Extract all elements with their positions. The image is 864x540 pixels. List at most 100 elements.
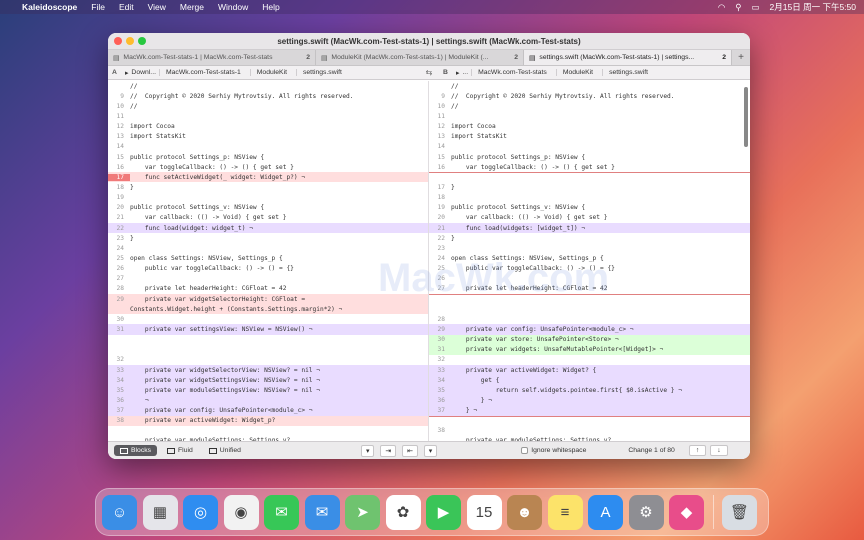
code-line[interactable]: 12 import Cocoa — [429, 122, 750, 132]
code-line[interactable]: 10 // — [429, 101, 750, 111]
code-line[interactable]: 26 — [429, 274, 750, 284]
code-line[interactable]: 30 private var store: UnsafePointer<Stor… — [429, 334, 750, 345]
notes-icon[interactable]: ≡ — [547, 494, 583, 530]
code-line[interactable]: 28 private let headerHeight: CGFloat = 4… — [108, 284, 428, 294]
code-line[interactable]: 34 get { — [429, 375, 750, 386]
contacts-icon[interactable]: ☻ — [507, 494, 542, 530]
calendar-icon[interactable]: 15 — [466, 494, 502, 530]
maps-icon[interactable]: ➤ — [345, 494, 380, 530]
code-line[interactable]: 12 import Cocoa — [108, 122, 428, 132]
breadcrumb-item[interactable]: Downl... — [131, 69, 156, 76]
swap-sides-icon[interactable]: ⇆ — [419, 66, 439, 79]
menu-view[interactable]: View — [148, 2, 166, 12]
code-line[interactable]: 17} — [429, 182, 750, 192]
code-line[interactable]: // — [108, 81, 428, 91]
code-line[interactable]: 17 func setActiveWidget(_ widget: Widget… — [108, 172, 428, 183]
code-line[interactable]: 15 public protocol Settings_p: NSView { — [429, 152, 750, 162]
code-line[interactable]: 13 import StatsKit — [429, 132, 750, 142]
code-line[interactable]: 25 open class Settings: NSView, Settings_… — [108, 253, 428, 263]
code-line[interactable] — [108, 426, 428, 436]
code-line[interactable]: 36 ¬ — [108, 395, 428, 406]
zoom-window-icon[interactable] — [138, 37, 146, 45]
app-store-icon[interactable]: A — [588, 494, 623, 530]
breadcrumb-item[interactable]: ModuleKit — [555, 69, 599, 76]
code-line[interactable]: 37 } ¬ — [429, 405, 750, 416]
code-line[interactable]: 29 private var widgetSelectorHeight: CGF… — [108, 293, 428, 305]
code-line[interactable] — [429, 293, 750, 304]
code-line[interactable]: 35 return self.widgets.pointee.first{ $0… — [429, 385, 750, 396]
code-line[interactable]: 28 — [429, 314, 750, 324]
code-line[interactable]: 15 public protocol Settings_p: NSView { — [108, 152, 428, 162]
code-line[interactable]: 38 private var activeWidget: Widget_p? — [108, 415, 428, 426]
ignore-whitespace-toggle[interactable]: Ignore whitespace — [521, 447, 586, 454]
code-line[interactable]: 26 public var toggleCallback: () -> () =… — [108, 264, 428, 274]
right-code-pane[interactable]: // 9 // Copyright © 2020 Serhiy Mytrovtsiy… — [429, 81, 750, 441]
control-center-icon[interactable]: ▭ — [752, 2, 760, 13]
photos-icon[interactable]: ✿ — [385, 494, 421, 530]
code-line[interactable]: 31 private var widgets: UnsafeMutablePoi… — [429, 344, 750, 355]
minimize-window-icon[interactable] — [126, 37, 134, 45]
unified-mode-button[interactable]: Unified — [203, 445, 247, 456]
breadcrumb-item[interactable]: MacWk.com-Test-stats — [471, 69, 553, 76]
messages-icon[interactable]: ✉ — [264, 494, 299, 530]
merge-right-icon[interactable]: ⇥ — [380, 444, 397, 457]
code-line[interactable]: 11 — [429, 111, 750, 121]
mail-icon[interactable]: ✉ — [304, 494, 340, 530]
code-line[interactable]: 19 public protocol Settings_v: NSView { — [429, 203, 750, 213]
code-line[interactable]: 34 private var widgetSettingsView: NSVie… — [108, 375, 428, 386]
code-line[interactable]: 33 private var widgetSelectorView: NSVie… — [108, 364, 428, 376]
code-line[interactable]: 16 var toggleCallback: () -> () { get se… — [108, 162, 428, 172]
code-line[interactable]: 14 — [108, 142, 428, 152]
breadcrumb-item[interactable]: ... — [462, 69, 468, 76]
code-line[interactable]: 35 private var moduleSettingsView: NSVie… — [108, 385, 428, 396]
code-line[interactable]: 36 } ¬ — [429, 395, 750, 406]
safari-icon[interactable]: ◎ — [183, 494, 218, 530]
app-name-menu[interactable]: Kaleidoscope — [22, 2, 77, 12]
code-line[interactable]: Constants.Widget.height + (Constants.Set… — [108, 304, 428, 315]
next-change-icon[interactable]: ↓ — [710, 445, 728, 456]
menu-merge[interactable]: Merge — [180, 2, 204, 12]
previous-change-icon[interactable]: ↑ — [688, 445, 707, 456]
menu-edit[interactable]: Edit — [119, 2, 134, 12]
chrome-icon[interactable]: ◉ — [223, 494, 259, 530]
left-code-pane[interactable]: // 9 // Copyright © 2020 Serhiy Mytrovtsiy… — [108, 81, 429, 441]
dropdown-right-icon[interactable]: ▾ — [423, 444, 438, 457]
code-line[interactable]: 38 — [429, 426, 750, 436]
code-line[interactable]: 32 — [108, 355, 428, 365]
code-line[interactable]: 10 // — [108, 101, 428, 111]
code-line[interactable]: 24 — [108, 243, 428, 253]
breadcrumb-item[interactable]: settings.swift — [296, 69, 348, 76]
code-line[interactable] — [108, 345, 428, 355]
code-line[interactable]: 33 private var activeWidget: Widget? { — [429, 364, 750, 376]
code-line[interactable]: 23} — [108, 233, 428, 243]
menu-window[interactable]: Window — [218, 2, 248, 12]
kaleidoscope-icon[interactable]: ◆ — [669, 494, 704, 530]
code-line[interactable] — [108, 335, 428, 345]
breadcrumb-item[interactable]: ModuleKit — [249, 69, 293, 76]
close-window-icon[interactable] — [114, 37, 122, 45]
dropdown-left-icon[interactable]: ▾ — [360, 444, 375, 457]
menu-file[interactable]: File — [91, 2, 105, 12]
code-line[interactable]: 22 func load(widget: widget_t) ¬ — [108, 222, 428, 234]
breadcrumb-item[interactable]: MacWk.com-Test-stats-1 — [158, 69, 247, 76]
code-line[interactable]: 27 — [108, 274, 428, 284]
code-line[interactable]: 24 open class Settings: NSView, Settings_… — [429, 253, 750, 263]
fluid-mode-button[interactable]: Fluid — [161, 445, 199, 456]
code-line[interactable]: 21 func load(widgets: [widget_t]) ¬ — [429, 222, 750, 234]
code-line[interactable]: 20 var callback: (() -> Void) { get set … — [429, 213, 750, 223]
tab-modulekit-compare[interactable]: ▤ ModuleKit (MacWk.com-Test-stats-1) | M… — [316, 50, 524, 65]
code-line[interactable]: 13 import StatsKit — [108, 132, 428, 142]
code-line[interactable]: 9 // Copyright © 2020 Serhiy Mytrovtsiy. … — [429, 91, 750, 101]
code-line[interactable]: 23 — [429, 243, 750, 253]
code-line[interactable]: 19 — [108, 193, 428, 203]
tab-folder-compare[interactable]: ▤ MacWk.com-Test-stats-1 | MacWk.com-Tes… — [108, 50, 316, 65]
code-line[interactable]: 37 private var config: UnsafePointer<mod… — [108, 405, 428, 416]
menu-help[interactable]: Help — [262, 2, 279, 12]
code-line[interactable]: 16 var toggleCallback: () -> () { get se… — [429, 162, 750, 172]
code-line[interactable]: 18 — [429, 193, 750, 203]
breadcrumb-item[interactable]: settings.swift — [602, 69, 654, 76]
ignore-whitespace-checkbox[interactable] — [521, 447, 529, 454]
system-preferences-icon[interactable]: ⚙ — [628, 494, 664, 530]
blocks-mode-button[interactable]: Blocks — [114, 445, 158, 456]
code-line[interactable] — [429, 172, 750, 182]
